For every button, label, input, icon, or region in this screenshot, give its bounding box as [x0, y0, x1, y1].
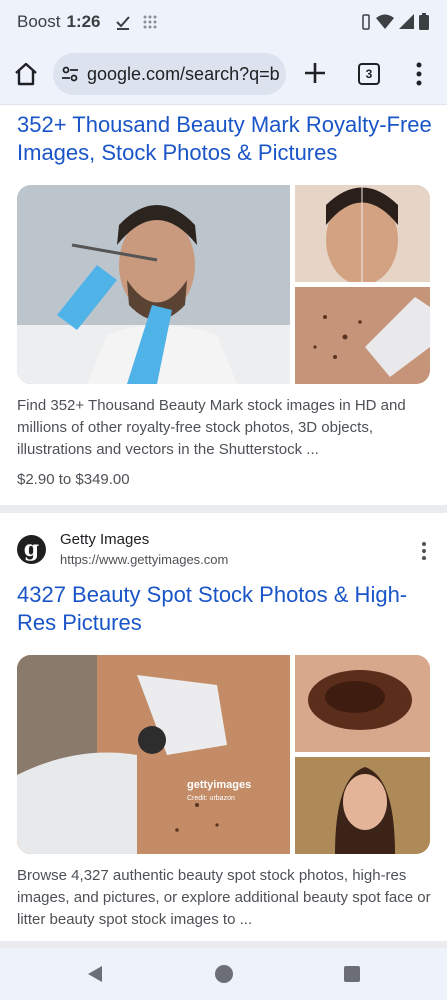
site-name[interactable]: Getty Images [60, 531, 149, 548]
result-2-source[interactable]: g Getty Images https://www.gettyimages.c… [17, 531, 432, 569]
url-bar[interactable]: google.com/search?q=b [53, 53, 286, 95]
more-options-icon[interactable] [419, 541, 429, 561]
browser-toolbar: google.com/search?q=b 3 [0, 44, 447, 105]
site-url[interactable]: https://www.gettyimages.com [60, 552, 228, 567]
url-text[interactable]: google.com/search?q=b [87, 64, 280, 85]
tabs-icon[interactable]: 3 [358, 63, 380, 85]
result-2-title[interactable]: 4327 Beauty Spot Stock Photos & High-Res… [17, 581, 432, 637]
result-divider [0, 505, 447, 513]
getty-credit: Credit: urbazon [187, 795, 235, 802]
result-2-description: Browse 4,327 authentic beauty spot stock… [17, 867, 431, 928]
signal-icon [399, 14, 414, 29]
getty-watermark: gettyimages [187, 779, 251, 791]
result-1-title[interactable]: 352+ Thousand Beauty Mark Royalty-Free I… [17, 111, 432, 167]
download-done-icon [115, 16, 130, 30]
tune-icon[interactable] [61, 65, 79, 83]
recents-icon[interactable] [343, 965, 361, 983]
result-1-main-image[interactable] [17, 185, 290, 384]
home-icon[interactable] [12, 60, 40, 88]
getty-favicon-icon: g [17, 535, 46, 564]
grid-dots-icon [143, 15, 157, 29]
result-2-image-2[interactable] [295, 655, 430, 752]
vibrate-icon [362, 13, 370, 30]
menu-icon[interactable] [412, 61, 426, 87]
clock: 1:26 [66, 12, 101, 31]
plus-icon[interactable] [302, 60, 328, 86]
wifi-icon [376, 14, 394, 29]
result-1-price: $2.90 to $349.00 [17, 471, 130, 488]
carrier-label: Boost [17, 12, 61, 31]
result-1-image-3[interactable] [295, 287, 430, 384]
status-bar: Boost 1:26 [0, 0, 447, 44]
result-2-image-3[interactable] [295, 757, 430, 854]
result-2-main-image[interactable]: gettyimages Credit: urbazon [17, 655, 290, 854]
battery-icon [419, 13, 429, 30]
system-nav-bar [0, 948, 447, 1000]
result-1-description: Find 352+ Thousand Beauty Mark stock ima… [17, 397, 406, 458]
result-1-image-2[interactable] [295, 185, 430, 282]
home-circle-icon[interactable] [214, 964, 234, 984]
back-icon[interactable] [85, 964, 105, 984]
result-divider [0, 941, 447, 948]
